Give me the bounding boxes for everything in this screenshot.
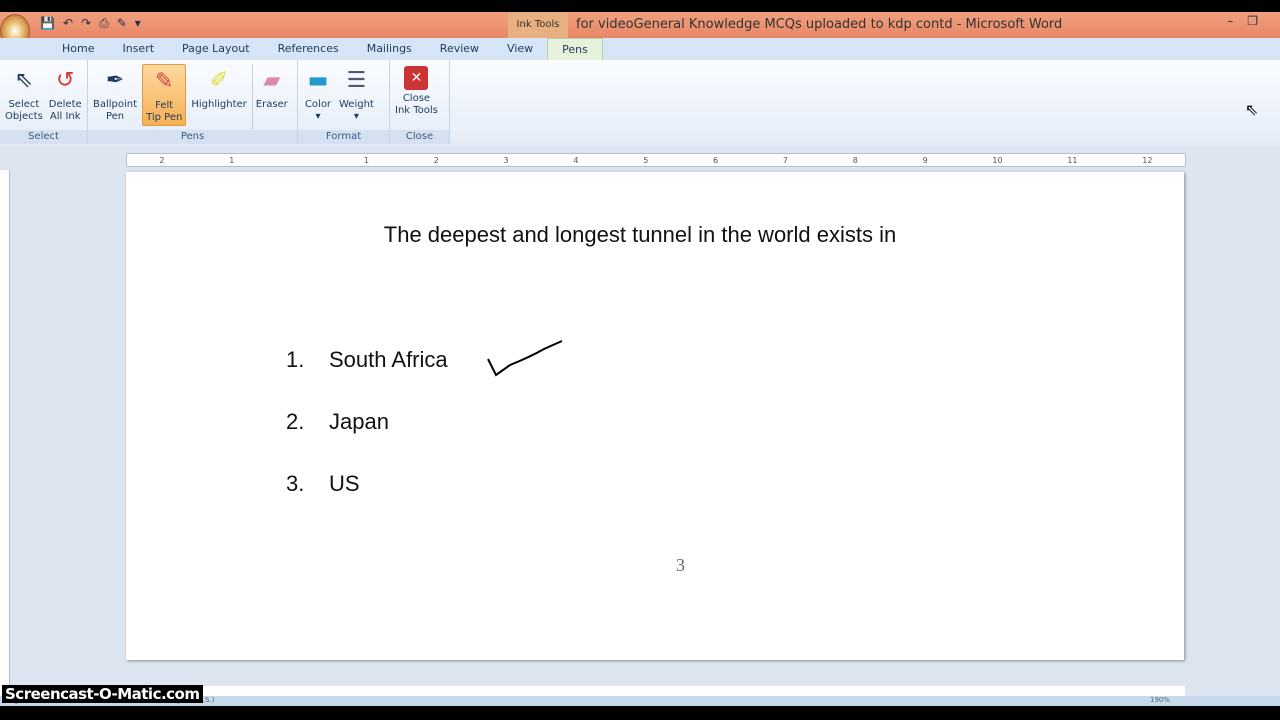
ribbon-tabs: Home Insert Page Layout References Maili…: [0, 38, 1280, 60]
delete-ink-icon: ↺: [55, 68, 75, 93]
group-label: Pens: [88, 130, 297, 144]
redo-icon[interactable]: ↷: [81, 16, 91, 31]
ruler-tick-label: 4: [573, 155, 579, 165]
zoom-level[interactable]: 190%: [1150, 696, 1170, 706]
ruler-tick-label: 8: [852, 155, 858, 165]
tab-references[interactable]: References: [264, 38, 353, 60]
felt-tip-pen-button[interactable]: ✎ Felt Tip Pen: [142, 64, 187, 126]
group-label: Close: [390, 130, 449, 144]
group-select: ⇖ Select Objects ↺ Delete All Ink Select: [0, 60, 88, 144]
list-item: 3. US: [286, 471, 360, 496]
color-icon: ▬: [307, 68, 329, 93]
ruler-tick-label: 5: [643, 155, 649, 165]
felt-tip-pen-icon: ✎: [154, 69, 174, 94]
weight-icon: ☰: [346, 68, 367, 93]
ruler-tick-label: 2: [433, 155, 439, 165]
group-format: ▬ Color ▾ ☰ Weight ▾ Format: [298, 60, 390, 144]
tab-insert[interactable]: Insert: [108, 38, 168, 60]
group-close: ✕ Close Ink Tools Close: [390, 60, 450, 144]
ruler-tick-label: 1: [229, 155, 235, 165]
watermark: Screencast-O-Matic.com: [2, 685, 203, 703]
tab-mailings[interactable]: Mailings: [353, 38, 426, 60]
tab-review[interactable]: Review: [426, 38, 493, 60]
eraser-icon: ▰: [263, 68, 281, 93]
mouse-cursor-icon: ⇖: [1245, 100, 1259, 119]
customize-qat-icon[interactable]: ▾: [135, 16, 141, 31]
list-item: 2. Japan: [286, 409, 389, 434]
close-red-icon: ✕: [404, 66, 429, 90]
question-text: The deepest and longest tunnel in the wo…: [383, 222, 897, 247]
ballpoint-pen-icon: ✒: [105, 68, 125, 93]
ink-checkmark[interactable]: [480, 335, 570, 380]
draw-icon[interactable]: ✎: [117, 16, 127, 31]
minimize-button[interactable]: –: [1227, 14, 1233, 28]
tab-home[interactable]: Home: [48, 38, 108, 60]
group-label: Format: [298, 130, 389, 144]
ruler-tick-label: 9: [922, 155, 928, 165]
group-label: Select: [0, 130, 87, 144]
ruler-tick-label: 11: [1067, 155, 1078, 165]
print-icon[interactable]: ⎙: [99, 16, 109, 31]
restore-button[interactable]: ❐: [1247, 14, 1258, 28]
tab-pens[interactable]: Pens: [547, 38, 603, 60]
group-pens: ✒ Ballpoint Pen ✎ Felt Tip Pen ✐ Highlighter …: [88, 60, 298, 144]
highlighter-icon: ✐: [209, 68, 229, 93]
tab-page-layout[interactable]: Page Layout: [168, 38, 264, 60]
context-tab-label: Ink Tools: [508, 12, 568, 38]
ruler-tick-label: 7: [782, 155, 788, 165]
ribbon: ⇖ Select Objects ↺ Delete All Ink Select ✒ Ba…: [0, 60, 1280, 146]
list-item: 1. South Africa: [286, 347, 448, 372]
save-icon[interactable]: 💾: [40, 16, 55, 31]
horizontal-ruler[interactable]: 2 1 1 2 3 4 5 6 7 8 9 10 11 12: [126, 153, 1186, 167]
ruler-tick-label: 10: [992, 155, 1003, 165]
tab-view[interactable]: View: [493, 38, 547, 60]
ruler-tick-label: 1: [363, 155, 369, 165]
ruler-tick-label: 6: [713, 155, 719, 165]
page-number: 3: [676, 555, 685, 575]
ruler-tick-label: 3: [503, 155, 509, 165]
ruler-tick-label: 2: [159, 155, 165, 165]
arrow-pointer-icon: ⇖: [14, 68, 34, 93]
vertical-ruler[interactable]: [0, 170, 10, 690]
undo-icon[interactable]: ↶: [63, 16, 73, 31]
window-title: for videoGeneral Knowledge MCQs uploaded…: [576, 17, 1063, 32]
quick-access-toolbar: 💾 ↶ ↷ ⎙ ✎ ▾: [40, 16, 141, 31]
ruler-tick-label: 12: [1142, 155, 1153, 165]
